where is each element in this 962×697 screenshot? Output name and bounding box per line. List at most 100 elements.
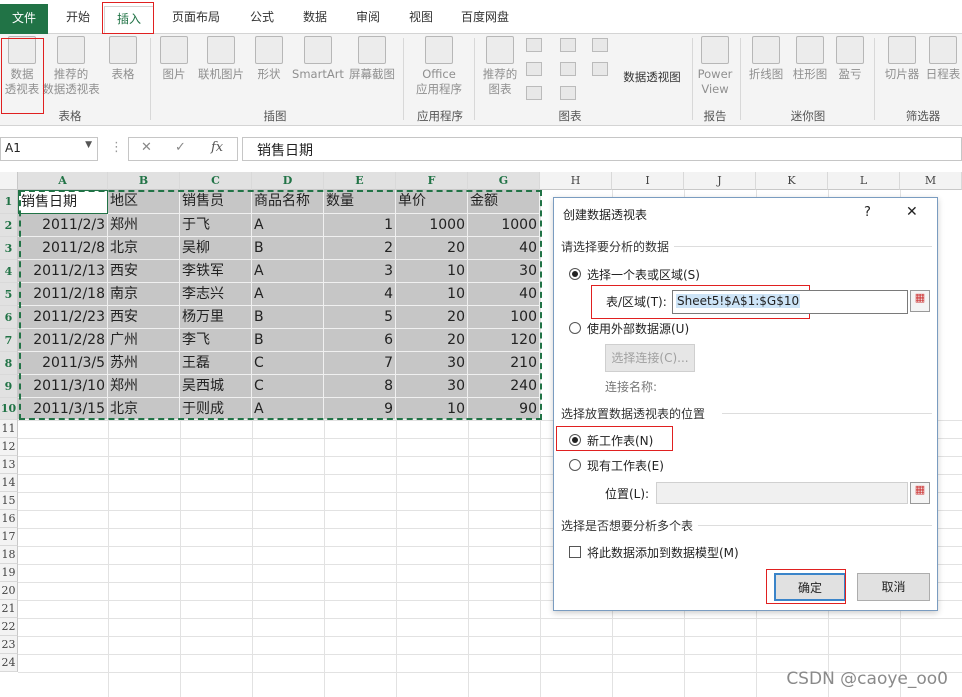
office-apps-button[interactable]: Office 应用程序 <box>408 36 470 97</box>
column-header[interactable]: A <box>18 172 108 190</box>
pivot-chart-button[interactable]: 数据透视图 <box>620 70 684 85</box>
recommended-charts-button[interactable]: 推荐的 图表 <box>478 36 522 97</box>
close-icon[interactable]: ✕ <box>906 204 918 220</box>
label-new-worksheet[interactable]: 新工作表(N) <box>587 432 653 449</box>
pie-chart-icon[interactable] <box>526 86 542 100</box>
tab-page-layout[interactable]: 页面布局 <box>172 8 220 25</box>
row-header[interactable]: 1 <box>0 190 18 214</box>
shapes-button[interactable]: 形状 <box>252 36 286 82</box>
label-existing-worksheet[interactable]: 现有工作表(E) <box>587 457 664 474</box>
radio-table-range[interactable] <box>569 268 581 280</box>
column-header[interactable]: E <box>324 172 396 190</box>
chevron-down-icon[interactable]: ▼ <box>85 140 92 150</box>
column-header[interactable]: K <box>756 172 828 190</box>
office-apps-label-1: Office <box>422 67 456 81</box>
row-header[interactable]: 13 <box>0 456 18 474</box>
ribbon: 数据 透视表 推荐的 数据透视表 表格 表格 图片 联机图片 形状 SmartA… <box>0 34 962 126</box>
location-input[interactable] <box>656 482 908 504</box>
column-chart-icon[interactable] <box>526 38 542 52</box>
name-box[interactable]: A1 ▼ <box>0 137 98 161</box>
row-header[interactable]: 18 <box>0 546 18 564</box>
combo-chart-icon[interactable] <box>592 62 608 76</box>
tab-data[interactable]: 数据 <box>303 8 327 25</box>
row-header[interactable]: 2 <box>0 214 18 237</box>
cancel-button[interactable]: 取消 <box>857 573 930 601</box>
row-header[interactable]: 24 <box>0 654 18 672</box>
table-button[interactable]: 表格 <box>106 36 140 82</box>
scatter-chart-icon[interactable] <box>560 86 576 100</box>
recommended-pivot-button[interactable]: 推荐的 数据透视表 <box>40 36 102 97</box>
picture-button[interactable]: 图片 <box>158 36 190 82</box>
row-header[interactable]: 22 <box>0 618 18 636</box>
row-header[interactable]: 3 <box>0 237 18 260</box>
smartart-button[interactable]: SmartArt <box>290 36 346 82</box>
row-header[interactable]: 10 <box>0 398 18 420</box>
radio-external-source[interactable] <box>569 322 581 334</box>
range-input[interactable]: Sheet5!$A$1:$G$10 <box>672 290 908 314</box>
screenshot-button[interactable]: 屏幕截图 <box>346 36 398 82</box>
collapse-dialog-icon[interactable]: ▦ <box>910 290 930 312</box>
create-pivot-table-dialog: 创建数据透视表 ? ✕ 请选择要分析的数据 选择一个表或区域(S) 表/区域(T… <box>553 197 938 611</box>
sparkline-winloss-button[interactable]: 盈亏 <box>834 36 866 82</box>
column-header[interactable]: M <box>900 172 962 190</box>
label-external-source[interactable]: 使用外部数据源(U) <box>587 320 689 337</box>
radio-existing-worksheet[interactable] <box>569 459 581 471</box>
tab-file[interactable]: 文件 <box>0 4 48 34</box>
column-header[interactable]: C <box>180 172 252 190</box>
cancel-icon[interactable]: ✕ <box>141 140 152 155</box>
column-header[interactable]: F <box>396 172 468 190</box>
line-chart-icon[interactable] <box>526 62 542 76</box>
choose-connection-button[interactable]: 选择连接(C)... <box>605 344 695 372</box>
online-picture-button[interactable]: 联机图片 <box>194 36 248 82</box>
power-view-button[interactable]: Power View <box>694 36 736 97</box>
tab-home[interactable]: 开始 <box>66 8 90 25</box>
sparkline-column-button[interactable]: 柱形图 <box>788 36 832 82</box>
row-header[interactable]: 7 <box>0 329 18 352</box>
row-header[interactable]: 17 <box>0 528 18 546</box>
tab-baidu-netdisk[interactable]: 百度网盘 <box>461 8 509 25</box>
enter-icon[interactable]: ✓ <box>175 140 186 155</box>
row-header[interactable]: 5 <box>0 283 18 306</box>
waterfall-chart-icon[interactable] <box>592 38 608 52</box>
select-all-corner[interactable] <box>0 172 18 190</box>
tab-review[interactable]: 审阅 <box>356 8 380 25</box>
formula-input[interactable]: 销售日期 <box>242 137 962 161</box>
slicer-button[interactable]: 切片器 <box>880 36 924 82</box>
row-header[interactable]: 23 <box>0 636 18 654</box>
sparkline-column-icon <box>796 36 824 64</box>
tab-view[interactable]: 视图 <box>409 8 433 25</box>
statistic-chart-icon[interactable] <box>560 62 576 76</box>
column-header[interactable]: I <box>612 172 684 190</box>
column-header[interactable]: D <box>252 172 324 190</box>
column-header[interactable]: J <box>684 172 756 190</box>
online-picture-label: 联机图片 <box>198 67 244 81</box>
row-header[interactable]: 12 <box>0 438 18 456</box>
checkbox-add-data-model[interactable] <box>569 546 581 558</box>
sparkline-line-button[interactable]: 折线图 <box>744 36 788 82</box>
row-header[interactable]: 8 <box>0 352 18 375</box>
help-icon[interactable]: ? <box>864 205 871 220</box>
column-header[interactable]: L <box>828 172 900 190</box>
column-header[interactable]: B <box>108 172 180 190</box>
row-header[interactable]: 14 <box>0 474 18 492</box>
row-header[interactable]: 20 <box>0 582 18 600</box>
row-header[interactable]: 9 <box>0 375 18 398</box>
row-header[interactable]: 4 <box>0 260 18 283</box>
row-header[interactable]: 11 <box>0 420 18 438</box>
column-header[interactable]: H <box>540 172 612 190</box>
column-header[interactable]: G <box>468 172 540 190</box>
row-header[interactable]: 16 <box>0 510 18 528</box>
row-header[interactable]: 15 <box>0 492 18 510</box>
timeline-button[interactable]: 日程表 <box>924 36 962 82</box>
row-header[interactable]: 21 <box>0 600 18 618</box>
label-add-data-model[interactable]: 将此数据添加到数据模型(M) <box>587 544 739 561</box>
hierarchy-chart-icon[interactable] <box>560 38 576 52</box>
row-header[interactable]: 19 <box>0 564 18 582</box>
insert-function-icon[interactable]: fx <box>211 140 223 155</box>
tab-formulas[interactable]: 公式 <box>250 8 274 25</box>
section-place-pivot: 选择放置数据透视表的位置 <box>561 407 706 421</box>
label-table-range[interactable]: 选择一个表或区域(S) <box>587 266 700 283</box>
collapse-dialog-icon[interactable]: ▦ <box>910 482 930 504</box>
row-header[interactable]: 6 <box>0 306 18 329</box>
radio-new-worksheet[interactable] <box>569 434 581 446</box>
